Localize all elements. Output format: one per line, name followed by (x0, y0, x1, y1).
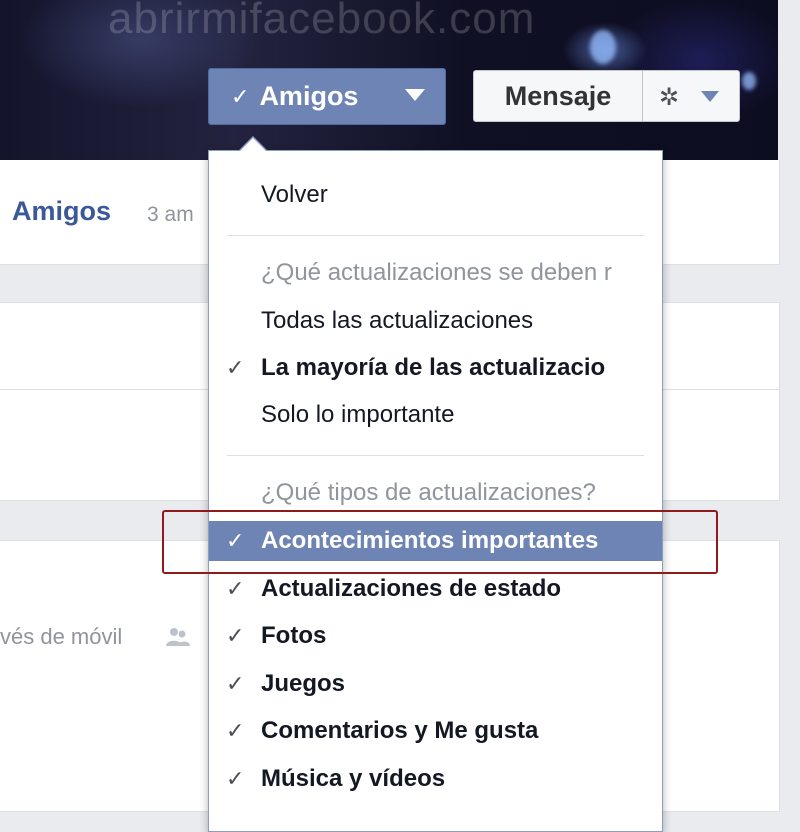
settings-dropdown-button[interactable]: ✲ (642, 70, 740, 122)
menu-item-music-videos[interactable]: ✓ Música y vídeos (209, 759, 662, 799)
watermark-text: abrirmifacebook.com (108, 0, 536, 43)
gear-icon: ✲ (659, 84, 680, 111)
menu-item-comments-likes[interactable]: ✓ Comentarios y Me gusta (209, 711, 662, 751)
friends-count: 3 am (147, 203, 194, 226)
annotation-highlight-box (162, 510, 718, 574)
menu-item-most-updates[interactable]: ✓ La mayoría de las actualizacio (209, 348, 662, 388)
post-mobile-source: vés de móvil (0, 624, 123, 649)
checkmark-icon: ✓ (226, 355, 245, 380)
menu-item-games[interactable]: ✓ Juegos (209, 664, 662, 704)
menu-header-updates: ¿Qué actualizaciones se deben r (261, 259, 612, 286)
cover-light-blob (742, 72, 756, 90)
menu-header-types: ¿Qué tipos de actualizaciones? (261, 479, 596, 506)
friends-settings-menu: Volver ¿Qué actualizaciones se deben r T… (208, 150, 663, 832)
checkmark-icon: ✓ (226, 623, 245, 648)
chevron-down-icon (701, 91, 719, 102)
checkmark-icon: ✓ (226, 671, 245, 696)
menu-divider (227, 235, 644, 236)
friends-button[interactable]: ✓ Amigos (208, 68, 446, 125)
cover-light-blob (590, 30, 616, 64)
menu-item-all-updates[interactable]: Todas las actualizaciones (209, 301, 662, 341)
menu-item-important-only[interactable]: Solo lo importante (209, 395, 662, 435)
friends-button-label: Amigos (259, 81, 359, 111)
message-button[interactable]: Mensaje (473, 70, 643, 122)
friends-audience-icon[interactable] (166, 626, 190, 648)
checkmark-icon: ✓ (226, 576, 245, 601)
menu-item-back[interactable]: Volver (209, 175, 662, 215)
checkmark-icon: ✓ (226, 766, 245, 791)
message-button-label: Mensaje (504, 80, 612, 111)
menu-item-photos[interactable]: ✓ Fotos (209, 616, 662, 656)
friends-link[interactable]: Amigos (12, 196, 111, 227)
menu-pointer-fill (240, 138, 266, 151)
menu-divider (227, 455, 644, 456)
checkmark-icon: ✓ (231, 83, 250, 109)
checkmark-icon: ✓ (226, 718, 245, 743)
menu-item-status-updates[interactable]: ✓ Actualizaciones de estado (209, 569, 662, 609)
chevron-down-icon (405, 89, 425, 101)
